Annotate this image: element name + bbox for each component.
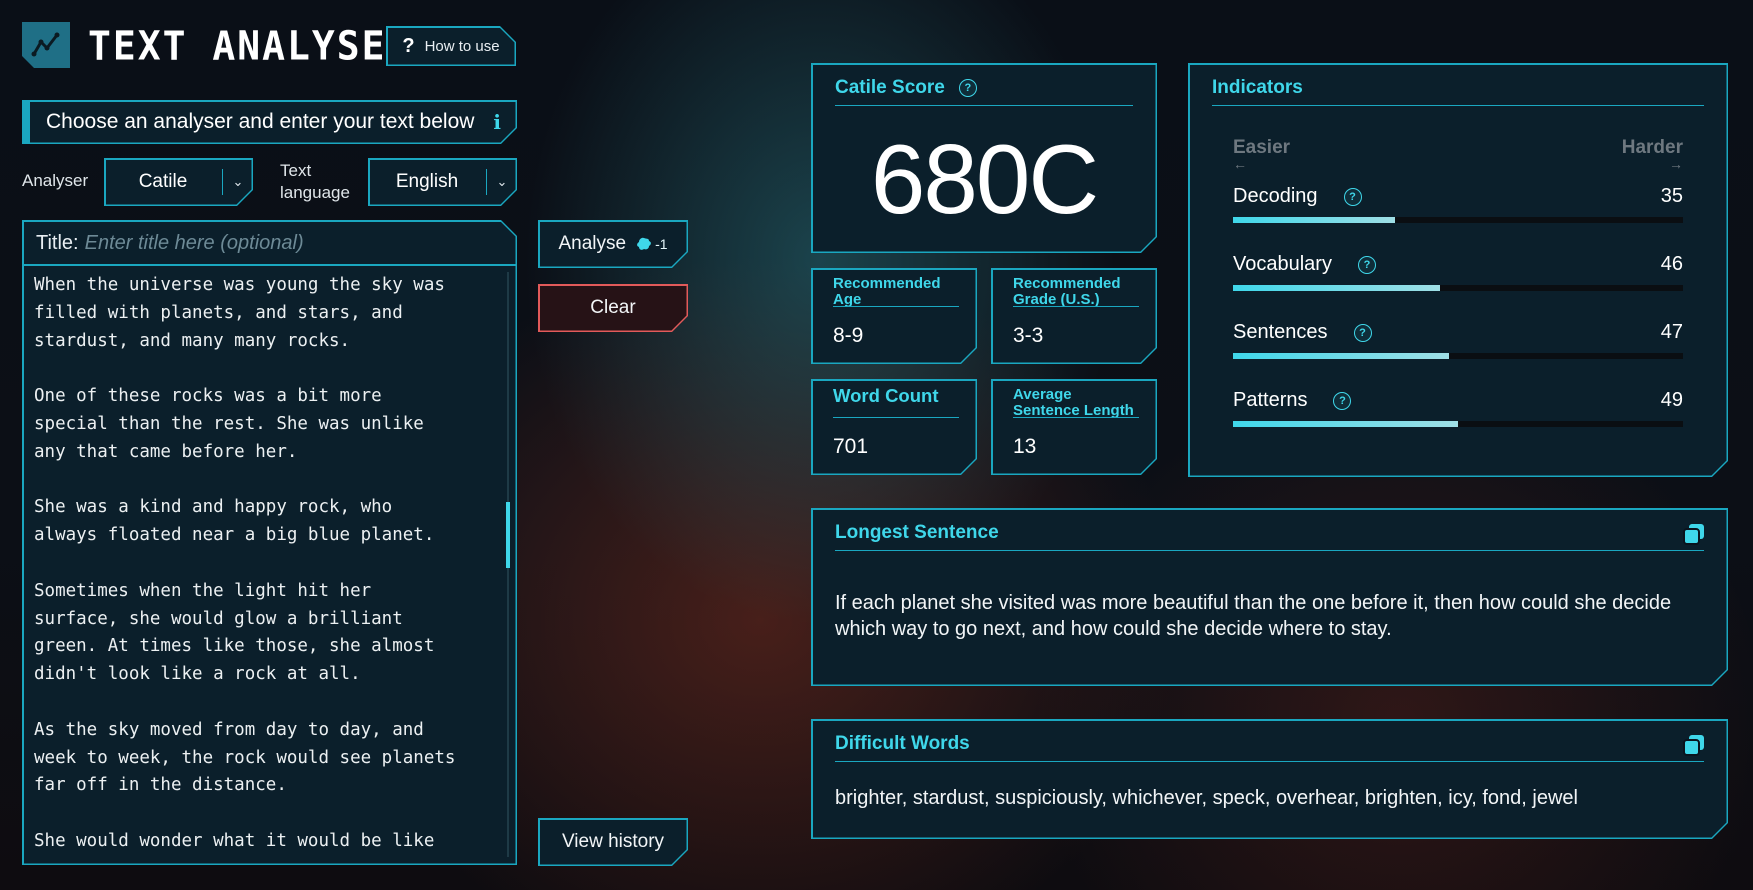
average-sentence-length-panel: Average Sentence Length 13	[991, 379, 1157, 475]
analyser-value: Catile	[138, 171, 188, 192]
title-label: Title:	[36, 231, 79, 254]
copy-icon[interactable]	[1682, 733, 1706, 757]
language-value: English	[395, 171, 459, 192]
easier-label: Easier	[1233, 137, 1291, 158]
indicators-title: Indicators	[1212, 77, 1303, 98]
word-count-title: Word Count	[833, 385, 939, 406]
indicators-panel: Indicators Easier ← Harder → Decoding? 3…	[1188, 63, 1728, 477]
indicator-patterns: Patterns? 49	[1233, 389, 1683, 433]
instruction-banner: Choose an analyser and enter your text b…	[22, 100, 517, 144]
view-history-label: View history	[561, 831, 665, 852]
word-count-value: 701	[833, 435, 869, 458]
text-language-label: Text language	[280, 161, 350, 202]
scrollbar-thumb[interactable]	[506, 502, 510, 568]
banner-text: Choose an analyser and enter your text b…	[46, 110, 475, 133]
question-icon[interactable]: ?	[1344, 188, 1362, 206]
recommended-grade-value: 3-3	[1013, 324, 1044, 347]
word-count-panel: Word Count 701	[811, 379, 977, 475]
analyser-label: Analyser	[22, 171, 89, 190]
difficult-words-text: brighter, stardust, suspiciously, whiche…	[835, 787, 1578, 809]
clear-label: Clear	[590, 297, 636, 318]
question-icon[interactable]: ?	[1354, 324, 1372, 342]
copy-icon[interactable]	[1682, 522, 1706, 546]
score-panel: Catile Score ? 680C	[811, 63, 1157, 253]
analyse-cost: -1	[636, 236, 667, 252]
chevron-down-icon: ⌄	[496, 174, 508, 189]
text-editor-panel: Title:	[22, 220, 517, 865]
arrow-right-icon: →	[1669, 156, 1683, 172]
analyse-button[interactable]: Analyse -1	[538, 220, 688, 268]
text-input[interactable]	[34, 272, 489, 857]
info-icon[interactable]: i	[493, 110, 501, 134]
longest-sentence-panel: Longest Sentence If each planet she visi…	[811, 508, 1728, 686]
recommended-grade-title: Recommended Grade (U.S.)	[1013, 275, 1121, 308]
chevron-down-icon: ⌄	[232, 174, 244, 189]
arrow-left-icon: ←	[1233, 156, 1247, 172]
indicator-bar	[1233, 353, 1449, 359]
app-logo-icon	[22, 22, 70, 68]
question-icon: ?	[402, 34, 415, 57]
question-icon[interactable]: ?	[1358, 256, 1376, 274]
clear-button[interactable]: Clear	[538, 284, 688, 332]
indicator-bar	[1233, 217, 1395, 223]
harder-label: Harder	[1621, 137, 1683, 158]
score-title: Catile Score	[835, 77, 945, 98]
average-sentence-length-title: Average Sentence Length	[1013, 386, 1134, 419]
question-icon[interactable]: ?	[1333, 392, 1351, 410]
longest-sentence-text: If each planet she visited was more beau…	[835, 592, 1672, 640]
language-select[interactable]: English ⌄	[368, 158, 517, 206]
title-input[interactable]	[85, 232, 497, 255]
difficult-words-panel: Difficult Words brighter, stardust, susp…	[811, 719, 1728, 839]
indicator-bar	[1233, 421, 1458, 427]
splat-icon	[636, 237, 652, 251]
analyser-select[interactable]: Catile ⌄	[104, 158, 253, 206]
indicator-bar	[1233, 285, 1440, 291]
indicator-vocabulary: Vocabulary? 46	[1233, 253, 1683, 297]
difficult-words-title: Difficult Words	[835, 733, 970, 754]
indicator-decoding: Decoding? 35	[1233, 185, 1683, 229]
app-title: TEXT ANALYSER	[88, 22, 412, 70]
average-sentence-length-value: 13	[1013, 435, 1037, 458]
recommended-age-title: Recommended Age	[833, 275, 941, 308]
longest-sentence-title: Longest Sentence	[835, 522, 999, 543]
question-icon[interactable]: ?	[959, 79, 977, 97]
view-history-button[interactable]: View history	[538, 818, 688, 866]
analyse-label: Analyse	[558, 233, 627, 254]
how-to-use-label: How to use	[424, 37, 500, 55]
indicator-sentences: Sentences? 47	[1233, 321, 1683, 365]
score-value: 680C	[870, 124, 1098, 234]
recommended-grade-panel: Recommended Grade (U.S.) 3-3	[991, 268, 1157, 364]
how-to-use-button[interactable]: ? How to use	[386, 26, 516, 66]
recommended-age-value: 8-9	[833, 324, 864, 347]
recommended-age-panel: Recommended Age 8-9	[811, 268, 977, 364]
line-chart-icon	[31, 32, 61, 58]
